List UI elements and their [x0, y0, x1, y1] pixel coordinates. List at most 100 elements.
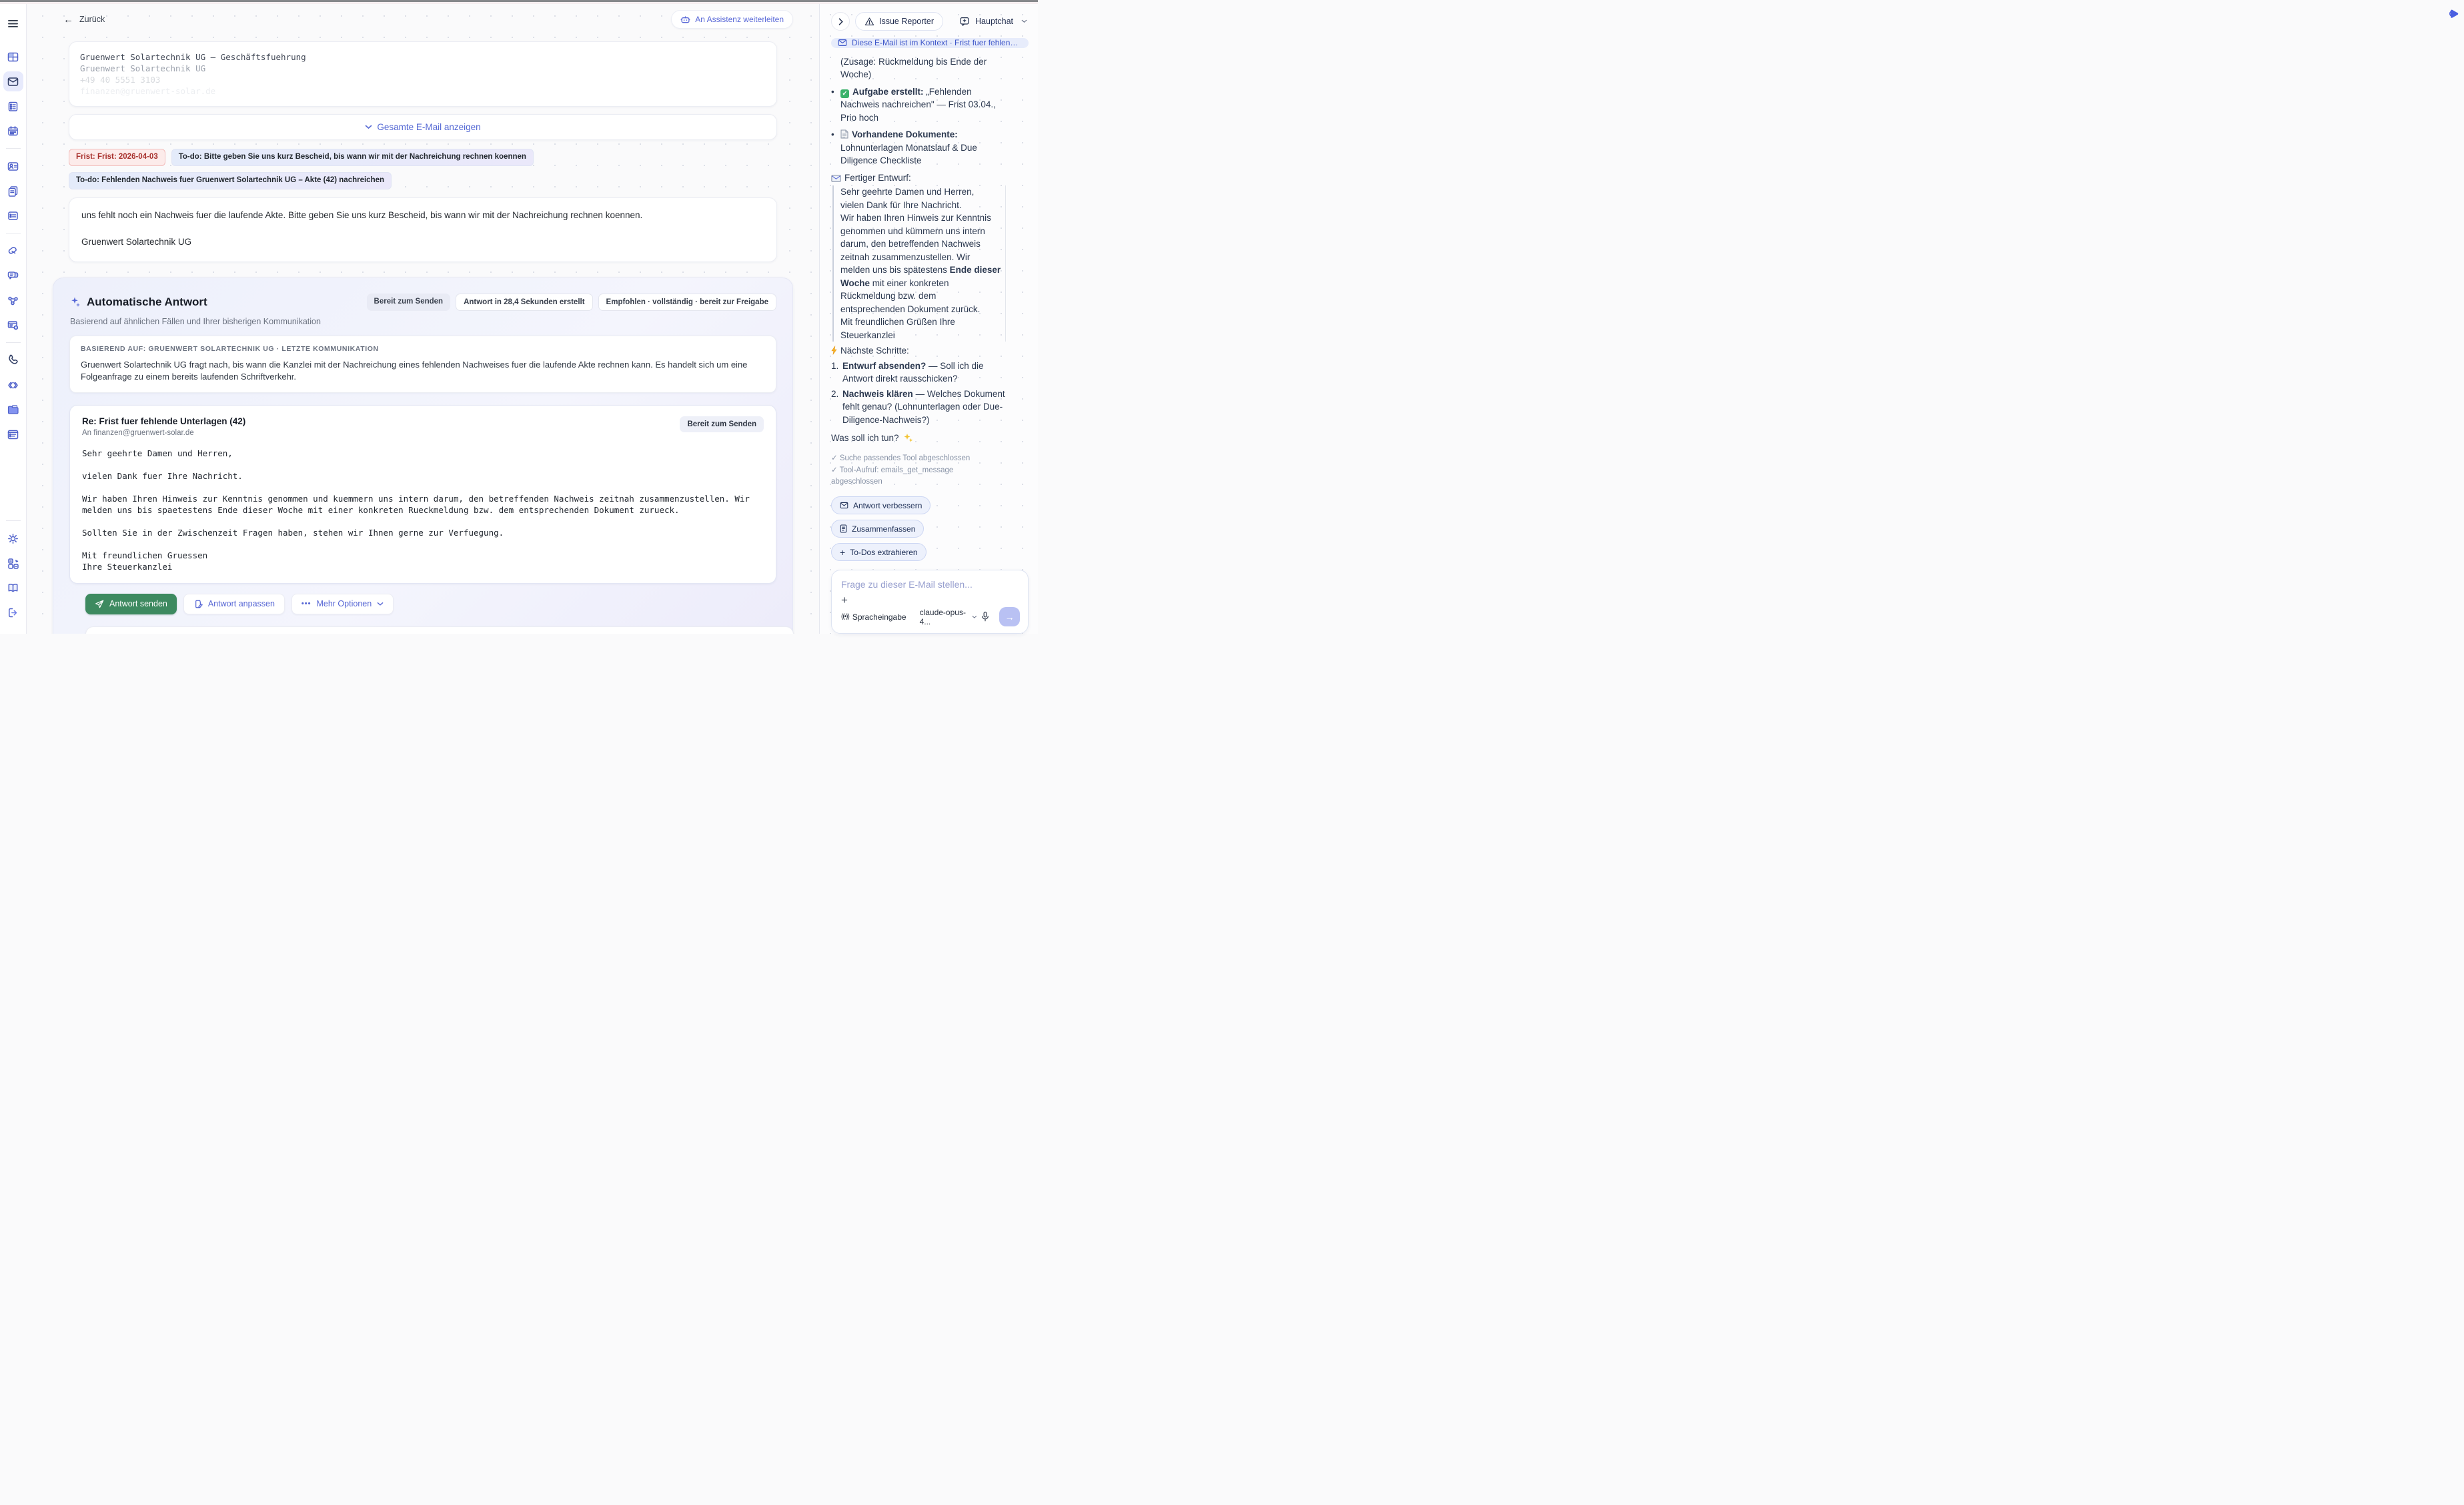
context-heading: BASIEREND AUF: GRUENWERT SOLARTECHNIK UG…	[81, 345, 765, 353]
chevron-right-icon	[838, 18, 843, 25]
sidebar-item-tasks[interactable]	[3, 96, 23, 116]
quoted-email-body: uns fehlt noch ein Nachweis fuer die lau…	[81, 209, 764, 221]
step-item: 2. Nachweis klären — Welches Dokument fe…	[831, 388, 1006, 427]
app-root: ← Zurück An Assistenz weiterleiten Gruen…	[0, 4, 1038, 634]
show-full-email-link[interactable]: Gesamte E-Mail anzeigen	[365, 122, 480, 132]
warning-triangle-icon	[864, 17, 874, 26]
show-full-email-label: Gesamte E-Mail anzeigen	[377, 122, 480, 132]
sidebar-item-browser-settings[interactable]	[3, 315, 23, 335]
improve-reply-button[interactable]: Antwort verbessern	[831, 496, 931, 514]
chevron-down-icon	[972, 615, 977, 619]
app-logo-icon	[2449, 9, 2459, 19]
extract-todos-label: To-Dos extrahieren	[850, 548, 917, 557]
quoted-email-signature: Gruenwert Solartechnik UG	[81, 237, 764, 247]
paper-plane-icon	[95, 599, 104, 608]
voice-input-button[interactable]: ((•)) Spracheingabe	[841, 612, 906, 622]
sidebar-divider	[6, 148, 21, 149]
main-area: ← Zurück An Assistenz weiterleiten Gruen…	[27, 4, 819, 634]
next-steps: Nächste Schritte: 1. Entwurf absenden? —…	[831, 344, 1006, 426]
email-header-card: Gruenwert Solartechnik UG — Geschäftsfue…	[69, 41, 777, 107]
extract-todos-button[interactable]: + To-Dos extrahieren	[831, 543, 927, 561]
draft-paragraph: Wir haben Ihren Hinweis zur Kenntnis gen…	[82, 493, 764, 516]
step-number: 1.	[831, 360, 842, 386]
todo-badge: To-do: Fehlenden Nachweis fuer Gruenwert…	[69, 172, 392, 189]
step-item: 1. Entwurf absenden? — Soll ich die Antw…	[831, 360, 1006, 386]
forward-to-assistant-button[interactable]: An Assistenz weiterleiten	[671, 10, 793, 29]
email-context-banner[interactable]: Diese E-Mail ist im Kontext · Frist fuer…	[831, 38, 1029, 48]
draft-subject: Re: Frist fuer fehlende Unterlagen (42)	[82, 416, 245, 426]
recommendation-badge: Empfohlen · vollständig · bereit zur Fre…	[598, 294, 776, 311]
generation-time-badge: Antwort in 28,4 Sekunden erstellt	[456, 294, 592, 311]
chat-name: Hauptchat	[975, 17, 1013, 26]
chat-input-toolbar: ((•)) Spracheingabe claude-opus-4... →	[841, 607, 1020, 626]
bullet-existing-docs: • Vorhandene Dokumente: Lohnunterlagen M…	[831, 128, 1006, 167]
gear-icon	[7, 532, 19, 545]
quote-line: vielen Dank für Ihre Nachricht.	[840, 199, 1001, 212]
chat-bubbles-icon	[7, 270, 19, 282]
chat-input[interactable]	[841, 579, 1020, 590]
auto-reply-section: Automatische Antwort Bereit zum Senden A…	[53, 278, 793, 634]
sidebar-divider	[6, 342, 21, 343]
sidebar-item-notes[interactable]	[3, 205, 23, 225]
chat-selector[interactable]: Hauptchat	[959, 16, 1029, 27]
sidebar-item-calendar[interactable]	[3, 121, 23, 141]
phone-icon	[7, 354, 19, 367]
more-options-button[interactable]: ••• Mehr Optionen	[291, 594, 394, 614]
send-reply-button[interactable]: Antwort senden	[85, 594, 177, 614]
sidebar-item-contacts[interactable]	[3, 156, 23, 176]
sidebar-item-settings[interactable]	[3, 528, 23, 548]
sidebar-item-chat[interactable]	[3, 266, 23, 286]
bullet-dot: •	[831, 85, 840, 125]
documents-icon	[7, 185, 19, 197]
attach-plus-button[interactable]: +	[841, 594, 852, 607]
adjust-reply-label: Antwort anpassen	[208, 599, 275, 608]
open-book-icon	[7, 582, 19, 594]
envelope-icon	[840, 502, 848, 509]
back-arrow-icon: ←	[63, 14, 73, 25]
collapse-panel-button[interactable]	[831, 12, 850, 31]
sidebar-item-folder[interactable]	[3, 400, 23, 420]
sidebar-item-knowledge[interactable]	[3, 578, 23, 598]
logout-icon	[7, 606, 19, 619]
step-bold: Nachweis klären	[842, 389, 913, 399]
envelope-icon	[838, 39, 847, 47]
chevron-down-icon	[365, 125, 372, 129]
document-emoji-icon	[840, 129, 848, 139]
next-steps-heading: Nächste Schritte:	[840, 346, 909, 356]
draft-paragraph: Ihre Steuerkanzlei	[82, 561, 764, 572]
adjust-reply-button[interactable]: Antwort anpassen	[183, 594, 285, 614]
sidebar-item-network[interactable]	[3, 290, 23, 310]
sidebar-item-dashboard[interactable]	[3, 47, 23, 67]
summarize-label: Zusammenfassen	[852, 524, 915, 534]
send-message-button[interactable]: →	[999, 607, 1020, 626]
plus-icon: +	[840, 549, 845, 556]
email-phone: +49 40 5551 3103	[80, 74, 766, 85]
sidebar-item-phone[interactable]	[3, 350, 23, 370]
sidebar-item-mail[interactable]	[3, 71, 23, 91]
draft-paragraph: Sehr geehrte Damen und Herren,	[82, 448, 764, 459]
sidebar-item-code[interactable]	[3, 375, 23, 395]
sidebar-item-forms[interactable]	[3, 424, 23, 444]
chevron-down-icon	[377, 602, 384, 606]
issue-reporter-button[interactable]: Issue Reporter	[855, 12, 943, 31]
next-steps-heading-row: Nächste Schritte:	[831, 344, 1006, 358]
microphone-button[interactable]	[981, 611, 990, 622]
model-selector[interactable]: claude-opus-4...	[920, 608, 977, 626]
sidebar-item-documents[interactable]	[3, 181, 23, 201]
improve-reply-label: Antwort verbessern	[853, 501, 922, 510]
extracted-badges: Frist: Frist: 2026-04-03 To-do: Bitte ge…	[69, 149, 782, 189]
app-logo	[2449, 9, 2459, 22]
sidebar-item-logout[interactable]	[3, 602, 23, 622]
quoted-email-card: uns fehlt noch ein Nachweis fuer die lau…	[69, 197, 777, 262]
chevron-down-icon	[1021, 19, 1027, 23]
sidebar-item-menu[interactable]	[3, 13, 23, 33]
ready-status-badge: Bereit zum Senden	[367, 294, 451, 311]
back-button[interactable]: ← Zurück	[63, 14, 105, 25]
sidebar-item-extensions[interactable]	[3, 553, 23, 573]
sparkles-emoji-icon	[904, 433, 913, 442]
sidebar-item-media[interactable]	[3, 241, 23, 261]
summarize-button[interactable]: Zusammenfassen	[831, 520, 924, 538]
model-name: claude-opus-4...	[920, 608, 969, 626]
voice-waves-icon: ((•))	[841, 613, 849, 620]
browser-gear-icon	[7, 319, 19, 332]
